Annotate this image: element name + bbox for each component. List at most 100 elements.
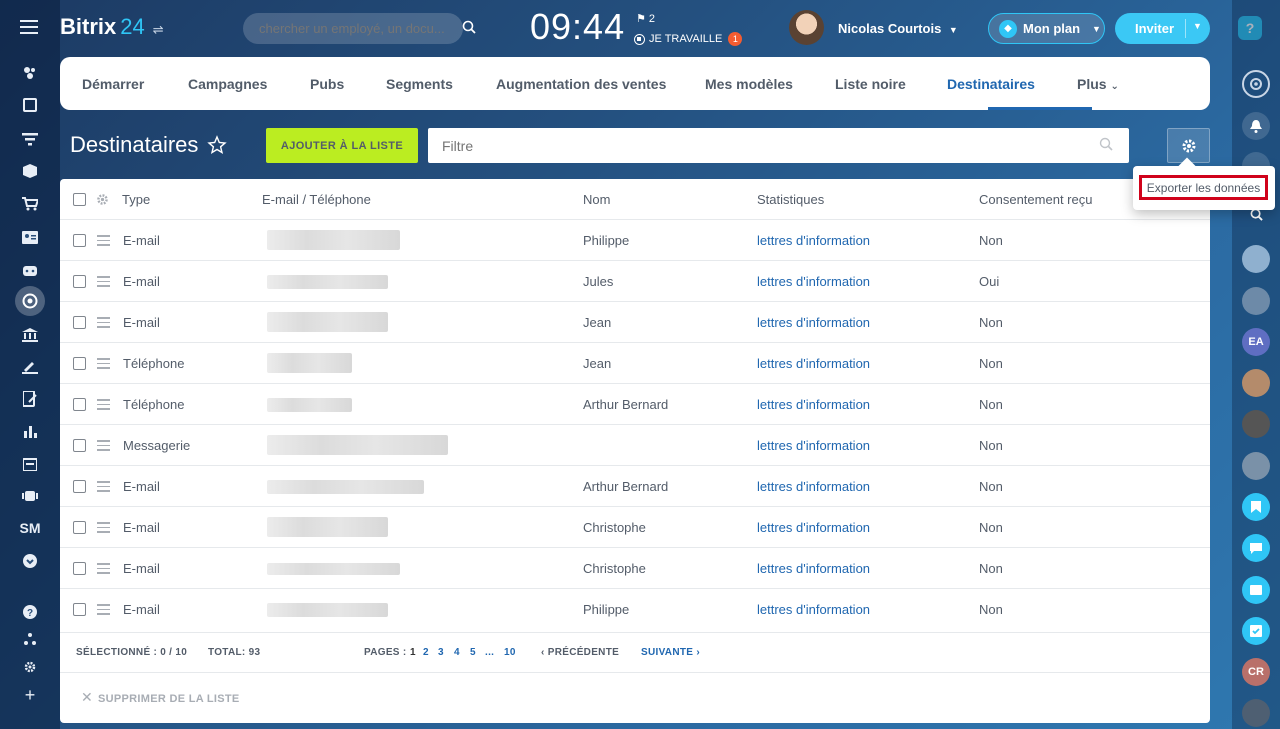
table-row[interactable]: Téléphone Arthur Bernard lettres d'infor… (60, 383, 1210, 424)
next-page-button[interactable]: SUIVANTE › (641, 647, 700, 658)
tab-mes-modeles[interactable]: Mes modèles (705, 76, 793, 92)
column-header-nom[interactable]: Nom (583, 192, 610, 207)
row-checkbox[interactable] (73, 521, 86, 534)
row-checkbox[interactable] (73, 234, 86, 247)
page-link[interactable]: 4 (454, 647, 460, 658)
more-down-icon[interactable] (15, 546, 45, 576)
tab-liste-noire[interactable]: Liste noire (835, 76, 906, 92)
row-checkbox[interactable] (73, 562, 86, 575)
calendar-icon[interactable] (15, 449, 45, 479)
user-avatar[interactable] (1242, 410, 1270, 438)
add-to-list-button[interactable]: AJOUTER À LA LISTE (266, 128, 418, 163)
page-link[interactable]: 2 (423, 647, 429, 658)
structure-icon[interactable] (15, 624, 45, 654)
gear-icon[interactable] (96, 193, 109, 206)
stats-link[interactable]: lettres d'information (757, 233, 870, 248)
page-link[interactable]: 3 (438, 647, 444, 658)
box-icon[interactable] (15, 156, 45, 186)
page-link[interactable]: 1 (410, 647, 416, 658)
table-row[interactable]: E-mail Jean lettres d'information Non (60, 301, 1210, 342)
row-checkbox[interactable] (73, 398, 86, 411)
filter-input[interactable] (428, 128, 1129, 163)
logo-settings-icon[interactable]: ⇌ (153, 22, 164, 37)
tasks-icon[interactable] (15, 90, 45, 120)
drag-handle-icon[interactable] (97, 563, 110, 577)
activity-icon[interactable] (15, 58, 45, 88)
user-menu[interactable]: Nicolas Courtois ▼ (838, 21, 958, 36)
table-row[interactable]: E-mail Philippe lettres d'information No… (60, 588, 1210, 629)
stats-link[interactable]: lettres d'information (757, 479, 870, 494)
drag-handle-icon[interactable] (97, 399, 110, 413)
drag-handle-icon[interactable] (97, 522, 110, 536)
stats-link[interactable]: lettres d'information (757, 274, 870, 289)
video-icon[interactable] (15, 481, 45, 511)
drag-handle-icon[interactable] (97, 604, 110, 618)
stats-link[interactable]: lettres d'information (757, 315, 870, 330)
column-header-statistiques[interactable]: Statistiques (757, 192, 824, 207)
tab-campagnes[interactable]: Campagnes (188, 76, 267, 92)
contact-icon[interactable] (1242, 576, 1270, 604)
row-checkbox[interactable] (73, 275, 86, 288)
stats-link[interactable]: lettres d'information (757, 561, 870, 576)
page-link[interactable]: 5 (470, 647, 476, 658)
close-icon[interactable]: ✕ (81, 689, 93, 706)
tab-augmentation-ventes[interactable]: Augmentation des ventes (496, 76, 666, 92)
table-row[interactable]: E-mail Arthur Bernard lettres d'informat… (60, 465, 1210, 506)
task-check-icon[interactable] (1242, 617, 1270, 645)
cart-icon[interactable] (15, 189, 45, 219)
bank-icon[interactable] (15, 320, 45, 350)
stats-link[interactable]: lettres d'information (757, 397, 870, 412)
flag-counter[interactable]: ⚑ 2 (636, 12, 655, 25)
star-icon[interactable] (207, 135, 227, 155)
row-checkbox[interactable] (73, 603, 86, 616)
ea-avatar[interactable]: EA (1242, 328, 1270, 356)
table-row[interactable]: Téléphone Jean lettres d'information Non (60, 342, 1210, 383)
search-input[interactable] (243, 13, 463, 44)
settings-button[interactable] (1167, 128, 1210, 163)
column-header-type[interactable]: Type (122, 192, 150, 207)
chat-bubble-icon[interactable] (1242, 534, 1270, 562)
bell-icon[interactable] (1242, 112, 1270, 140)
stats-link[interactable]: lettres d'information (757, 356, 870, 371)
stats-link[interactable]: lettres d'information (757, 438, 870, 453)
table-row[interactable]: E-mail Christophe lettres d'information … (60, 547, 1210, 588)
cat-avatar[interactable] (1242, 287, 1270, 315)
column-header-email-phone[interactable]: E-mail / Téléphone (262, 192, 371, 207)
robot-icon[interactable] (15, 254, 45, 284)
page-link[interactable]: 10 (504, 647, 516, 658)
user-avatar[interactable] (1242, 699, 1270, 727)
drag-handle-icon[interactable] (97, 481, 110, 495)
select-all-checkbox[interactable] (73, 193, 86, 206)
cr-avatar[interactable]: CR (1242, 658, 1270, 686)
logo[interactable]: Bitrix 24 ⇌ (60, 14, 164, 40)
invite-button[interactable]: Inviter ▼ (1115, 13, 1210, 44)
row-checkbox[interactable] (73, 316, 86, 329)
bookmark-icon[interactable] (1242, 493, 1270, 521)
document-edit-icon[interactable] (15, 384, 45, 414)
tab-destinataires[interactable]: Destinataires (947, 76, 1035, 92)
search-icon[interactable] (462, 20, 476, 34)
row-checkbox[interactable] (73, 357, 86, 370)
stats-link[interactable]: lettres d'information (757, 520, 870, 535)
drag-handle-icon[interactable] (97, 358, 110, 372)
marketing-target-icon[interactable] (15, 286, 45, 316)
prev-page-button[interactable]: ‹ PRÉCÉDENTE (541, 647, 619, 658)
tab-demarrer[interactable]: Démarrer (82, 76, 144, 92)
column-header-consentement[interactable]: Consentement reçu (979, 192, 1092, 207)
settings-gear-icon[interactable] (15, 652, 45, 682)
target-icon[interactable] (1242, 70, 1270, 98)
sm-app-icon[interactable]: SM (15, 513, 45, 543)
stats-link[interactable]: lettres d'information (757, 602, 870, 617)
filter-icon[interactable] (15, 124, 45, 154)
plan-button[interactable]: ◆ Mon plan ▼ (988, 13, 1105, 44)
remove-from-list-button[interactable]: SUPPRIMER DE LA LISTE (98, 693, 240, 705)
menu-icon[interactable] (20, 20, 38, 38)
contact-card-icon[interactable] (15, 222, 45, 252)
avatar[interactable] (789, 10, 824, 45)
search-icon[interactable] (1099, 137, 1113, 151)
drag-handle-icon[interactable] (97, 276, 110, 290)
tab-pubs[interactable]: Pubs (310, 76, 344, 92)
user-avatar[interactable] (1242, 369, 1270, 397)
export-data-menu-item[interactable]: Exporter les données (1139, 175, 1268, 200)
analytics-icon[interactable] (15, 416, 45, 446)
